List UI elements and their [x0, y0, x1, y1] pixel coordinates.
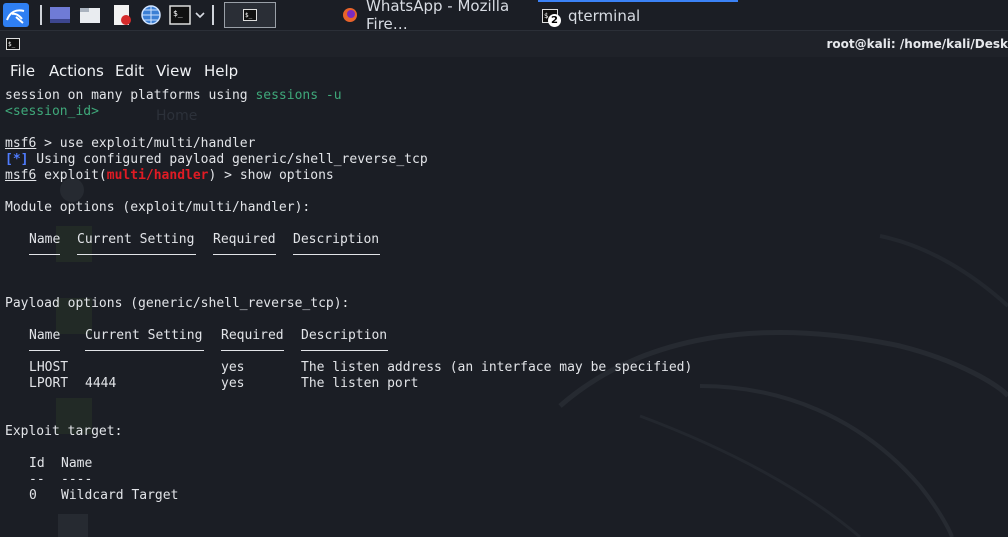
column-header: Description [301, 328, 388, 343]
svg-text:$_: $_ [8, 41, 16, 48]
file-manager-icon[interactable] [78, 3, 102, 27]
option-required: yes [221, 360, 245, 375]
header-underline [301, 350, 388, 351]
column-header: Current Setting [85, 328, 203, 343]
header-underline [213, 254, 276, 255]
taskbar-item-qterminal[interactable]: $_ 2 qterminal [538, 0, 738, 30]
terminal-line: <session_id> [5, 104, 99, 119]
option-setting: 4444 [85, 376, 117, 391]
taskbar-item-label: qterminal [568, 7, 641, 25]
window-title: root@kali: /home/kali/Desk [826, 37, 1008, 51]
text-editor-icon[interactable] [110, 3, 134, 27]
option-name: LPORT [29, 376, 69, 391]
window-count-badge: 2 [548, 14, 561, 27]
terminal-output[interactable]: Home session on many platforms using ses… [0, 86, 1008, 537]
menu-actions[interactable]: Actions [49, 62, 104, 80]
show-desktop-icon[interactable] [48, 3, 72, 27]
column-header: Name [29, 232, 61, 247]
menu-view[interactable]: View [156, 62, 192, 80]
taskbar-item-label: WhatsApp - Mozilla Fire… [366, 0, 510, 33]
terminal-line: msf6 > use exploit/multi/handler [5, 136, 256, 151]
menu-edit[interactable]: Edit [115, 62, 144, 80]
terminal-launcher-icon[interactable]: $_ [168, 3, 192, 27]
menu-file[interactable]: File [10, 62, 35, 80]
column-header: Id [29, 456, 45, 471]
msf-prompt: msf6 [5, 168, 37, 183]
panel-separator [212, 5, 214, 25]
firefox-icon [342, 7, 358, 23]
option-description: The listen address (an interface may be … [301, 360, 693, 375]
terminal-line: session on many platforms using sessions… [5, 88, 342, 103]
chevron-down-icon[interactable] [193, 3, 207, 27]
terminal-line: msf6 exploit(multi/handler) > show optio… [5, 168, 334, 183]
header-dashes: -- [29, 472, 45, 487]
menu-bar: File Actions Edit View Help [0, 57, 1008, 85]
column-header: Required [221, 328, 284, 343]
window-titlebar[interactable]: $_ root@kali: /home/kali/Desk [0, 31, 1008, 57]
header-dashes: ---- [61, 472, 93, 487]
kali-menu-icon[interactable] [2, 3, 30, 27]
msf-prompt: msf6 [5, 136, 37, 151]
menu-help[interactable]: Help [204, 62, 238, 80]
column-header: Name [29, 328, 61, 343]
taskbar-item-whatsapp[interactable]: WhatsApp - Mozilla Fire… [332, 0, 538, 33]
top-panel: $_ $_ WhatsApp - Mozilla Fire… $_ 2 qter… [0, 0, 1008, 33]
column-header: Current Setting [77, 232, 195, 247]
column-header: Description [293, 232, 380, 247]
panel-separator [40, 5, 42, 25]
module-name: multi/handler [106, 168, 209, 183]
option-name: LHOST [29, 360, 69, 375]
target-name: Wildcard Target [61, 488, 179, 503]
target-id: 0 [29, 488, 37, 503]
option-description: The listen port [301, 376, 419, 391]
section-title: Exploit target: [5, 424, 123, 439]
header-underline [77, 254, 196, 255]
option-required: yes [221, 376, 245, 391]
web-browser-icon[interactable] [138, 3, 164, 27]
header-underline [85, 350, 204, 351]
header-underline [293, 254, 380, 255]
desktop-icon-home-label: Home [156, 108, 198, 124]
section-title: Module options (exploit/multi/handler): [5, 200, 311, 215]
svg-text:$_: $_ [173, 9, 183, 18]
header-underline [221, 350, 284, 351]
workspace-1-button[interactable]: $_ [224, 2, 276, 28]
svg-text:$_: $_ [245, 12, 253, 19]
section-title: Payload options (generic/shell_reverse_t… [5, 296, 350, 311]
header-underline [29, 254, 60, 255]
column-header: Name [61, 456, 93, 471]
column-header: Required [213, 232, 276, 247]
header-underline [29, 350, 60, 351]
terminal-window-icon: $_ [6, 38, 20, 50]
terminal-line: [*] Using configured payload generic/she… [5, 152, 428, 167]
